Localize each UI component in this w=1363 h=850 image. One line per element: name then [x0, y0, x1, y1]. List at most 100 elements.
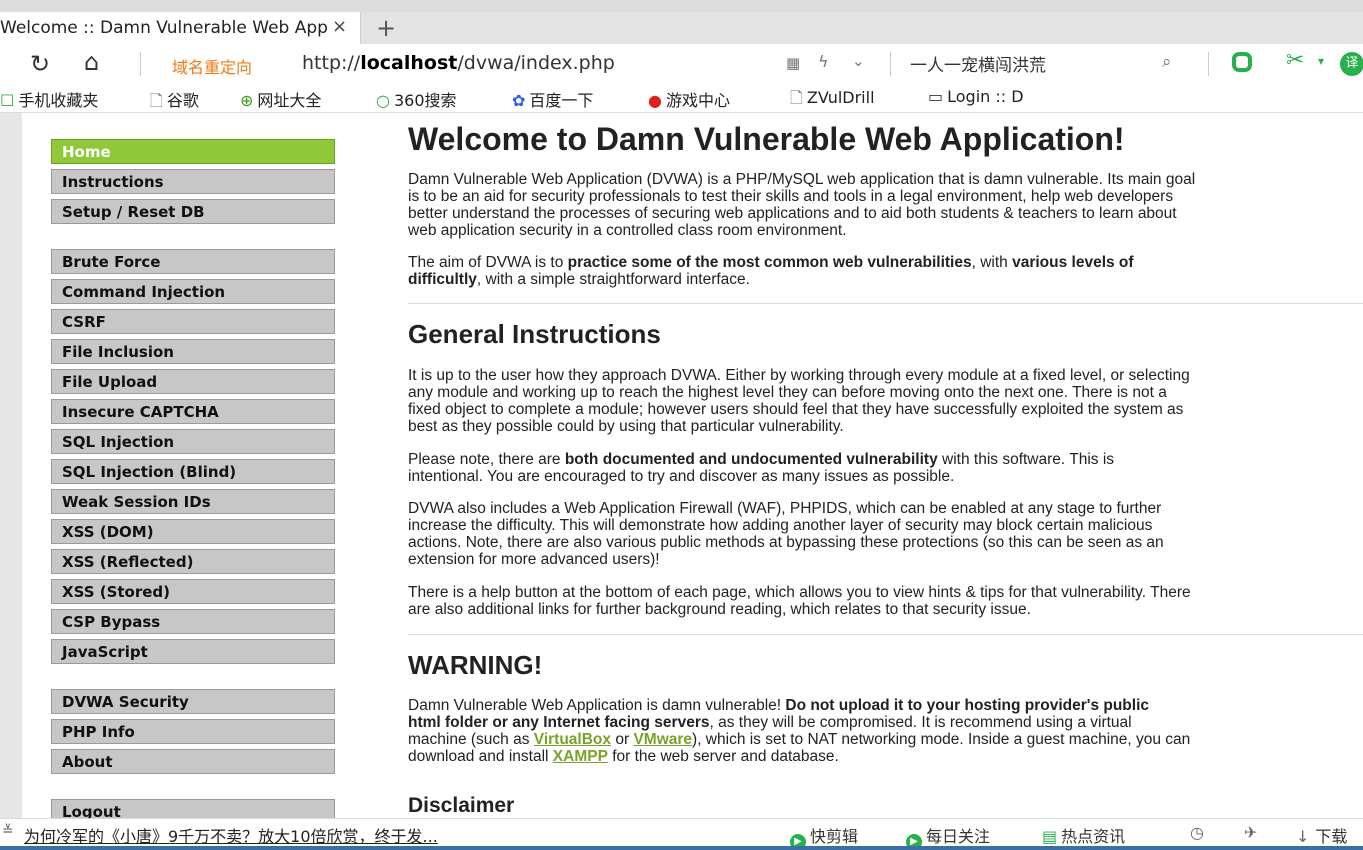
page-viewport: Home Instructions Setup / Reset DB Brute… [0, 113, 1363, 818]
menu-label: XSS (Stored) [62, 583, 171, 601]
text-run: Please note, there are [408, 451, 565, 468]
news-bar: ≚ 为何冷军的《小唐》9千万不卖？放大10倍欣赏，终于发... ▶ 快剪辑 ▶ 每日… [0, 818, 1363, 850]
menu-label: Home [62, 143, 111, 161]
divider [408, 303, 1363, 304]
download-icon: ↓ [1296, 827, 1310, 846]
menu-xss-dom[interactable]: XSS (DOM) [51, 519, 335, 544]
menu-setup-reset-db[interactable]: Setup / Reset DB [51, 199, 335, 224]
menu-xss-reflected[interactable]: XSS (Reflected) [51, 549, 335, 574]
text-run: Damn Vulnerable Web Application is damn … [408, 697, 786, 714]
redirect-label[interactable]: 域名重定向 [172, 54, 252, 78]
url-prefix: http:// [302, 52, 361, 74]
search-input[interactable] [910, 50, 1150, 76]
tab-title: Welcome :: Damn Vulnerable Web Applicati… [0, 18, 328, 38]
address-bar: ↻ ⌂ 域名重定向 http://localhost/dvwa/index.ph… [0, 44, 1363, 85]
menu-javascript[interactable]: JavaScript [51, 639, 335, 664]
menu-weak-session-ids[interactable]: Weak Session IDs [51, 489, 335, 514]
chevron-down-icon[interactable]: ⌄ [852, 52, 865, 70]
menu-label: Instructions [62, 173, 164, 191]
close-icon[interactable]: × [332, 16, 347, 37]
window-icon: ▭ [928, 87, 944, 106]
warning-text: machine (such as VirtualBox or VMware), … [408, 731, 1190, 748]
qr-code-icon[interactable]: ▦ [786, 54, 800, 72]
lightning-icon[interactable]: ϟ [818, 52, 829, 71]
tab-dvwa[interactable]: Welcome :: Damn Vulnerable Web Applicati… [0, 12, 361, 44]
tab-strip: Welcome :: Damn Vulnerable Web Applicati… [0, 0, 1363, 44]
warning-text: download and install XAMPP for the web s… [408, 748, 839, 765]
bookmark-label: 手机收藏夹 [18, 91, 99, 110]
menu-label: Insecure CAPTCHA [62, 403, 219, 421]
hot-news-button[interactable]: ▤ 热点资讯 [1042, 823, 1125, 847]
general-text: best as they possible could by using tha… [408, 418, 844, 435]
text-run: download and install [408, 748, 553, 765]
extension-chat-icon[interactable] [1232, 52, 1252, 72]
news-headline-link[interactable]: 为何冷军的《小唐》9千万不卖？放大10倍欣赏，终于发... [24, 823, 438, 847]
menu-instructions[interactable]: Instructions [51, 169, 335, 194]
menu-sql-injection[interactable]: SQL Injection [51, 429, 335, 454]
home-icon[interactable]: ⌂ [84, 48, 99, 76]
divider [140, 52, 141, 76]
double-chevron-down-icon[interactable]: ≚ [2, 823, 14, 839]
news-icon: ▤ [1042, 827, 1058, 846]
menu-home[interactable]: Home [51, 139, 335, 164]
menu-label: XSS (Reflected) [62, 553, 194, 571]
text-run: Do not upload it to your hosting provide… [785, 697, 1150, 714]
menu-php-info[interactable]: PHP Info [51, 719, 335, 744]
scissors-icon[interactable]: ✂ [1286, 48, 1304, 73]
menu-label: XSS (DOM) [62, 523, 154, 541]
divider [890, 52, 891, 76]
bookmark-label: ZVulDrill [806, 88, 875, 107]
help-text: are also additional links for further ba… [408, 601, 1031, 618]
aim-text: difficultly, with a simple straightforwa… [408, 271, 750, 288]
bookmark-login[interactable]: ▭ Login :: D [928, 87, 1024, 106]
news-item-label: 快剪辑 [810, 827, 859, 846]
menu-file-inclusion[interactable]: File Inclusion [51, 339, 335, 364]
new-tab-icon[interactable]: + [376, 14, 396, 42]
bookmark-url-directory[interactable]: ⊕ 网址大全 [240, 87, 321, 111]
xampp-link[interactable]: XAMPP [553, 748, 608, 765]
waf-text: actions. Note, there are also various pu… [408, 534, 1164, 551]
menu-file-upload[interactable]: File Upload [51, 369, 335, 394]
menu-dvwa-security[interactable]: DVWA Security [51, 689, 335, 714]
text-run: practice some of the most common web vul… [567, 254, 972, 271]
intro-text: Damn Vulnerable Web Application (DVWA) i… [408, 171, 1196, 188]
intro-text: is to be an aid for security professiona… [408, 188, 1174, 205]
chevron-down-icon[interactable]: ▾ [1318, 54, 1324, 68]
bookmark-game-center[interactable]: ● 游戏中心 [648, 87, 730, 111]
menu-label: File Upload [62, 373, 158, 391]
menu-label: CSP Bypass [62, 613, 161, 631]
bookmark-baidu[interactable]: ✿ 百度一下 [512, 87, 593, 111]
menu-xss-stored[interactable]: XSS (Stored) [51, 579, 335, 604]
menu-brute-force[interactable]: Brute Force [51, 249, 335, 274]
menu-label: SQL Injection (Blind) [62, 463, 237, 481]
menu-label: CSRF [62, 313, 106, 331]
globe-icon: ⊕ [240, 91, 254, 110]
menu-about[interactable]: About [51, 749, 335, 774]
menu-insecure-captcha[interactable]: Insecure CAPTCHA [51, 399, 335, 424]
360-icon: ○ [376, 91, 390, 110]
reload-icon[interactable]: ↻ [30, 50, 50, 78]
menu-csp-bypass[interactable]: CSP Bypass [51, 609, 335, 634]
bookmark-zvuldrill[interactable]: 🗋 ZVulDrill [790, 87, 875, 114]
menu-sql-injection-blind[interactable]: SQL Injection (Blind) [51, 459, 335, 484]
text-run: difficultly [408, 271, 477, 288]
menu-label: DVWA Security [62, 693, 189, 711]
translate-icon[interactable]: 译 [1340, 52, 1363, 76]
menu-command-injection[interactable]: Command Injection [51, 279, 335, 304]
menu-label: About [62, 753, 113, 771]
pin-icon[interactable]: ✈ [1244, 823, 1257, 842]
bookmark-mobile[interactable]: ☐ 手机收藏夹 [0, 87, 98, 111]
text-run: with this software. This is [937, 451, 1115, 468]
clock-icon[interactable]: ◷ [1190, 823, 1204, 842]
virtualbox-link[interactable]: VirtualBox [534, 731, 611, 748]
search-icon[interactable]: ⌕ [1162, 52, 1172, 72]
news-item-label: 下载 [1315, 827, 1348, 846]
menu-label: SQL Injection [62, 433, 175, 451]
url-field[interactable]: http://localhost/dvwa/index.php [302, 52, 615, 74]
download-button[interactable]: ↓ 下载 [1296, 823, 1347, 847]
intro-text: better understand the processes of secur… [408, 205, 1177, 222]
menu-csrf[interactable]: CSRF [51, 309, 335, 334]
vmware-link[interactable]: VMware [633, 731, 692, 748]
menu-logout[interactable]: Logout [51, 799, 335, 818]
bookmark-360-search[interactable]: ○ 360搜索 [376, 87, 457, 111]
